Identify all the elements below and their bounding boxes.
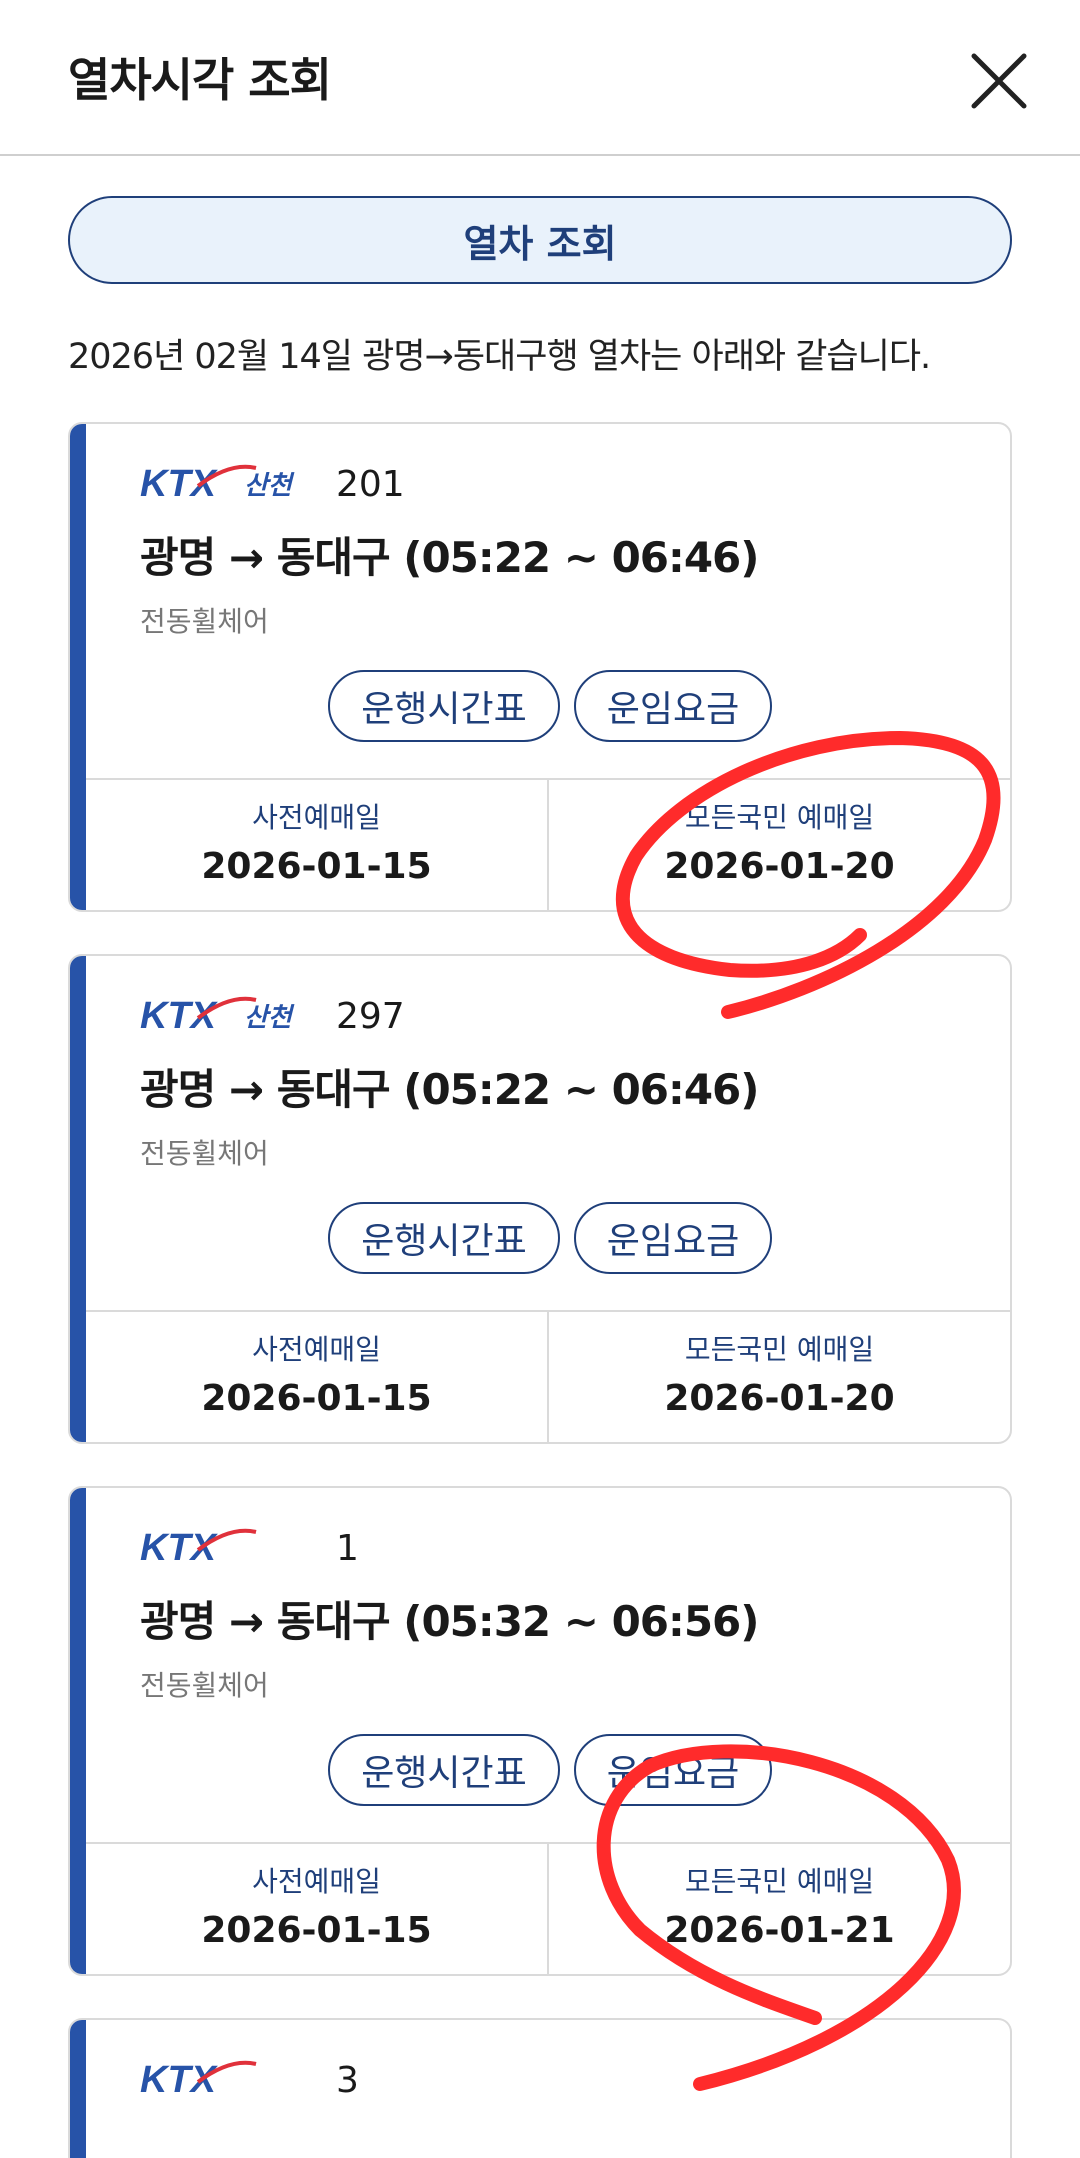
public-reservation-label: 모든국민 예매일 (684, 1865, 875, 1898)
public-reservation-date: 모든국민 예매일 2026-01-20 (547, 780, 1010, 910)
timetable-button[interactable]: 운행시간표 (328, 1734, 560, 1806)
result-summary: 2026년 02월 14일 광명→동대구행 열차는 아래와 같습니다. (68, 337, 931, 377)
page-title: 열차시각 조회 (68, 53, 332, 107)
train-card: KTX 3 (68, 2018, 1012, 2158)
ktx-logo: KTX (140, 1524, 270, 1570)
train-card: KTX 산천 297 광명 → 동대구 (05:22 ~ 06:46) 전동휠체… (68, 954, 1012, 1444)
svg-text:KTX: KTX (140, 463, 219, 505)
train-number: 1 (336, 1528, 359, 1569)
train-number: 297 (336, 996, 405, 1037)
route-time: 광명 → 동대구 (05:22 ~ 06:46) (140, 1065, 759, 1114)
svg-text:산천: 산천 (244, 1003, 295, 1033)
public-reservation-value: 2026-01-20 (664, 846, 895, 887)
pre-reservation-date: 사전예매일 2026-01-15 (86, 1844, 547, 1974)
pre-reservation-value: 2026-01-15 (201, 1378, 432, 1419)
pre-reservation-value: 2026-01-15 (201, 846, 432, 887)
train-number: 201 (336, 464, 405, 505)
route-time: 광명 → 동대구 (05:32 ~ 06:56) (140, 1597, 759, 1646)
pre-reservation-label: 사전예매일 (252, 1333, 381, 1366)
train-query-button[interactable]: 열차 조회 (68, 196, 1012, 284)
ktx-sancheon-logo: KTX 산천 (140, 460, 310, 506)
public-reservation-label: 모든국민 예매일 (684, 801, 875, 834)
fare-button[interactable]: 운임요금 (574, 670, 772, 742)
card-accent-bar (70, 956, 86, 1442)
svg-text:산천: 산천 (244, 471, 295, 501)
public-reservation-date: 모든국민 예매일 2026-01-20 (547, 1312, 1010, 1442)
svg-text:KTX: KTX (140, 995, 219, 1037)
car-type: 전동휠체어 (140, 605, 269, 638)
ktx-sancheon-logo: KTX 산천 (140, 992, 310, 1038)
card-accent-bar (70, 2020, 86, 2158)
public-reservation-date: 모든국민 예매일 2026-01-21 (547, 1844, 1010, 1974)
timetable-button[interactable]: 운행시간표 (328, 670, 560, 742)
fare-button[interactable]: 운임요금 (574, 1202, 772, 1274)
close-icon[interactable] (968, 50, 1030, 112)
car-type: 전동휠체어 (140, 1669, 269, 1702)
train-card: KTX 산천 201 광명 → 동대구 (05:22 ~ 06:46) 전동휠체… (68, 422, 1012, 912)
ktx-logo: KTX (140, 2056, 270, 2102)
header: 열차시각 조회 (0, 0, 1080, 156)
reservation-dates: 사전예매일 2026-01-15 모든국민 예매일 2026-01-20 (86, 778, 1010, 910)
timetable-button[interactable]: 운행시간표 (328, 1202, 560, 1274)
fare-button[interactable]: 운임요금 (574, 1734, 772, 1806)
public-reservation-label: 모든국민 예매일 (684, 1333, 875, 1366)
train-number: 3 (336, 2060, 359, 2101)
pre-reservation-label: 사전예매일 (252, 801, 381, 834)
reservation-dates: 사전예매일 2026-01-15 모든국민 예매일 2026-01-21 (86, 1842, 1010, 1974)
car-type: 전동휠체어 (140, 1137, 269, 1170)
public-reservation-value: 2026-01-20 (664, 1378, 895, 1419)
card-accent-bar (70, 424, 86, 910)
pre-reservation-date: 사전예매일 2026-01-15 (86, 1312, 547, 1442)
route-time: 광명 → 동대구 (05:22 ~ 06:46) (140, 533, 759, 582)
public-reservation-value: 2026-01-21 (664, 1910, 895, 1951)
pre-reservation-date: 사전예매일 2026-01-15 (86, 780, 547, 910)
reservation-dates: 사전예매일 2026-01-15 모든국민 예매일 2026-01-20 (86, 1310, 1010, 1442)
card-accent-bar (70, 1488, 86, 1974)
pre-reservation-value: 2026-01-15 (201, 1910, 432, 1951)
svg-text:KTX: KTX (140, 2059, 219, 2101)
svg-text:KTX: KTX (140, 1527, 219, 1569)
pre-reservation-label: 사전예매일 (252, 1865, 381, 1898)
train-card: KTX 1 광명 → 동대구 (05:32 ~ 06:56) 전동휠체어 운행시… (68, 1486, 1012, 1976)
